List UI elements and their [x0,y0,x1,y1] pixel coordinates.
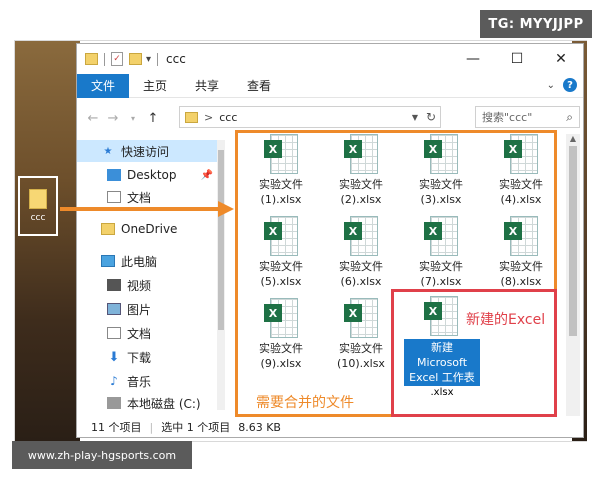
footer-watermark: www.zh-play-hgsports.com [12,441,192,469]
chevron-down-icon[interactable]: ⌄ [547,80,555,91]
watermark-badge: TG: MYYJJPP [480,10,592,38]
pictures-icon [107,303,121,315]
maximize-button[interactable]: ☐ [495,44,539,74]
sidebar-item-label: 音乐 [127,374,152,389]
new-folder-icon[interactable] [129,53,142,65]
annotation-arrow [60,207,220,211]
recent-dropdown-icon[interactable]: ▾ [123,114,143,123]
desktop-wallpaper [15,41,80,441]
divider [157,52,159,66]
divider [104,52,105,66]
folder-icon [85,53,98,65]
sidebar-item-label: 视频 [127,278,152,293]
sidebar-item-onedrive[interactable]: OneDrive [77,218,217,240]
folder-icon [185,111,198,123]
sidebar-item-label: 下载 [127,350,152,365]
window-title: ccc [166,52,186,66]
up-arrow-icon[interactable]: ↑ [143,111,163,126]
sidebar-item-quick-access[interactable]: ★ 快速访问 [77,140,217,162]
search-icon[interactable]: ⌕ [566,110,573,125]
tab-file[interactable]: 文件 [77,73,130,98]
merge-files-label: 需要合并的文件 [256,395,354,411]
sidebar-item-label: 此电脑 [121,254,158,269]
sidebar-item-pictures[interactable]: 图片 [77,298,217,320]
sidebar-item-label: 本地磁盘 (C:) [127,396,201,411]
divider: | [149,420,154,434]
arrow-right-icon [218,201,234,217]
tab-share[interactable]: 共享 [181,74,233,98]
sidebar-item-documents[interactable]: 文档 [77,186,217,208]
properties-icon[interactable]: ✓ [111,52,123,66]
scrollbar-thumb[interactable] [218,150,224,330]
desktop-folder-label: ccc [30,213,46,223]
ribbon-tabs: 文件 主页 共享 查看 ⌄ ? [77,73,583,98]
disk-icon [107,397,121,409]
sidebar-item-desktop[interactable]: Desktop 📌 [77,164,217,186]
folder-icon [101,223,115,235]
folder-icon [29,189,47,209]
computer-icon [101,255,115,267]
sidebar-scrollbar[interactable] [217,140,225,410]
sidebar-item-downloads[interactable]: ⬇ 下载 [77,346,217,368]
address-bar[interactable]: > ccc ▼ ↻ [179,106,441,128]
scrollbar-thumb[interactable] [569,146,577,336]
new-excel-label: 新建的Excel [466,312,546,328]
pin-icon[interactable]: 📌 [201,170,213,181]
search-input[interactable]: 搜索"ccc" ⌕ [475,106,580,128]
sidebar-item-label: 文档 [127,190,152,205]
navigation-pane: ★ 快速访问 Desktop 📌 文档 OneDrive 此电脑 视频 图片 文… [77,140,229,410]
item-count: 11 个项目 [91,421,142,434]
desktop-folder-icon[interactable]: ccc [18,176,58,236]
download-icon: ⬇ [108,349,120,365]
help-icon[interactable]: ? [563,78,577,92]
title-bar: ✓ ▾ ccc — ☐ ✕ [77,44,583,74]
sidebar-item-local-disk[interactable]: 本地磁盘 (C:) [77,396,217,410]
minimize-button[interactable]: — [451,44,495,74]
documents-icon [107,327,121,339]
file-list-scrollbar[interactable]: ▲ [566,134,580,419]
status-bar: 11 个项目 | 选中 1 个项目 8.63 KB [77,416,583,437]
search-placeholder: 搜索"ccc" [482,111,533,124]
desktop-icon [107,169,121,181]
sidebar-item-label: 快速访问 [121,144,170,159]
back-arrow-icon[interactable]: ← [83,111,103,126]
selection-size: 8.63 KB [238,420,281,434]
sidebar-item-label: 文档 [127,326,152,341]
breadcrumb[interactable]: ccc [219,111,237,124]
sidebar-item-videos[interactable]: 视频 [77,274,217,296]
sidebar-item-music[interactable]: ♪ 音乐 [77,370,217,392]
video-icon [107,279,121,291]
scroll-up-icon[interactable]: ▲ [566,134,580,146]
forward-arrow-icon[interactable]: → [103,111,123,126]
star-icon: ★ [103,145,113,157]
refresh-icon[interactable]: ↻ [426,110,436,124]
close-button[interactable]: ✕ [539,44,583,74]
documents-icon [107,191,121,203]
sidebar-item-documents-pc[interactable]: 文档 [77,322,217,344]
music-icon: ♪ [110,374,118,388]
tab-home[interactable]: 主页 [129,74,181,98]
selection-count: 选中 1 个项目 [161,421,231,434]
breadcrumb-separator: > [204,110,214,124]
chevron-down-icon[interactable]: ▼ [412,113,418,122]
sidebar-item-label: OneDrive [121,222,178,236]
sidebar-item-label: Desktop [127,168,177,182]
tab-view[interactable]: 查看 [233,74,285,98]
quick-access-dropdown-icon[interactable]: ▾ [146,54,151,65]
sidebar-item-this-pc[interactable]: 此电脑 [77,250,217,272]
sidebar-item-label: 图片 [127,302,152,317]
